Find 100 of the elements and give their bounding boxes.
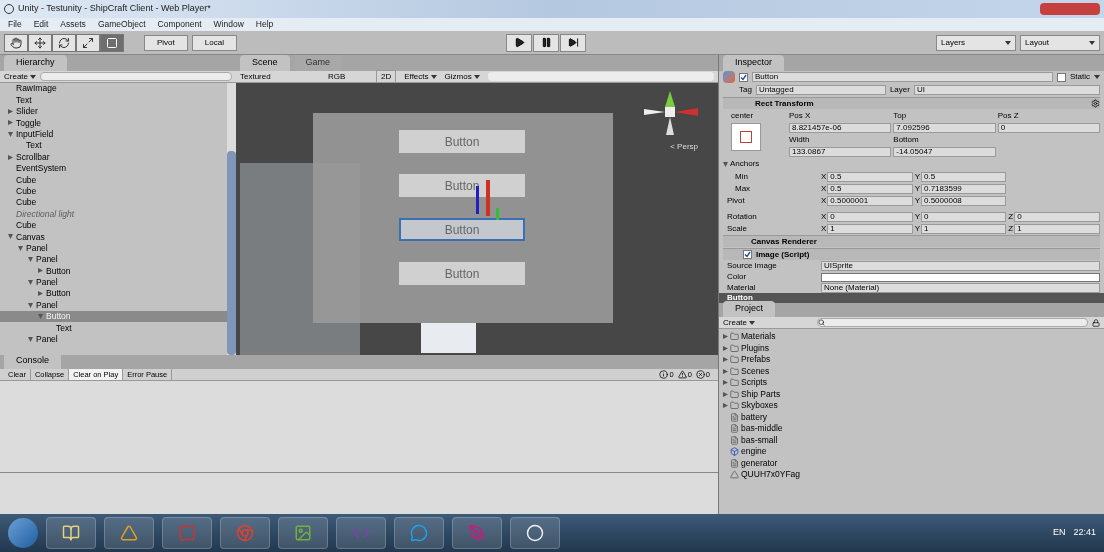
value-field[interactable]: 0.5 bbox=[827, 183, 913, 194]
hierarchy-item[interactable]: Panel bbox=[0, 253, 227, 266]
hierarchy-item[interactable]: Canvas bbox=[0, 231, 227, 243]
value-field[interactable]: 133.0867 bbox=[789, 147, 892, 157]
ui-button[interactable]: Button bbox=[399, 130, 525, 153]
hierarchy-item[interactable]: Text bbox=[0, 94, 227, 106]
pause-button[interactable] bbox=[533, 33, 560, 52]
object-field[interactable]: UISprite bbox=[821, 261, 1100, 271]
move-tool-button[interactable] bbox=[28, 33, 52, 52]
color-swatch[interactable] bbox=[821, 272, 1100, 282]
menu-item[interactable]: Component bbox=[157, 18, 202, 31]
collapsed-arrow-icon[interactable] bbox=[8, 108, 13, 114]
scrollbar[interactable] bbox=[227, 83, 236, 355]
hierarchy-item[interactable]: Text bbox=[0, 322, 227, 334]
tag-dropdown[interactable]: Untagged bbox=[755, 85, 886, 95]
hierarchy-item[interactable]: Button bbox=[0, 265, 227, 277]
hierarchy-item[interactable]: Cube bbox=[0, 219, 227, 232]
start-button[interactable] bbox=[8, 518, 38, 548]
anchor-preset-button[interactable] bbox=[731, 123, 761, 151]
value-field[interactable]: 0.7183599 bbox=[921, 183, 1007, 194]
asset-item[interactable]: Prefabs bbox=[741, 353, 771, 367]
local-button[interactable]: Local bbox=[191, 34, 237, 51]
taskbar-app-button[interactable] bbox=[46, 517, 96, 549]
taskbar-app-button[interactable] bbox=[394, 517, 444, 549]
hierarchy-item[interactable]: EventSystem bbox=[0, 162, 227, 175]
anchors-label[interactable]: Anchors bbox=[730, 158, 760, 170]
menu-item[interactable]: File bbox=[8, 18, 22, 31]
name-field[interactable]: Button bbox=[752, 72, 1053, 82]
search-field[interactable] bbox=[817, 318, 1088, 327]
value-field[interactable]: 1 bbox=[921, 223, 1007, 234]
hierarchy-item[interactable]: Slider bbox=[0, 105, 227, 118]
asset-item[interactable]: Skyboxes bbox=[741, 399, 778, 413]
expanded-arrow-icon[interactable] bbox=[8, 234, 13, 240]
collapsed-arrow-icon[interactable] bbox=[8, 154, 13, 160]
hierarchy-item[interactable]: RawImage bbox=[0, 83, 227, 95]
taskbar-app-button[interactable] bbox=[104, 517, 154, 549]
hierarchy-item[interactable]: Panel bbox=[0, 276, 227, 289]
component-title[interactable]: Image (Script) bbox=[756, 248, 810, 261]
layout-dropdown[interactable]: Layout bbox=[1020, 34, 1100, 51]
gizmos-dropdown[interactable]: Gizmos bbox=[444, 70, 480, 83]
value-field[interactable]: 0.5 bbox=[827, 171, 913, 182]
asset-item[interactable]: Ship Parts bbox=[741, 387, 781, 401]
hierarchy-item[interactable]: Panel bbox=[0, 333, 227, 345]
effects-dropdown[interactable]: Effects bbox=[404, 70, 437, 83]
menu-item[interactable]: Edit bbox=[33, 18, 49, 31]
object-field[interactable]: None (Material) bbox=[821, 283, 1100, 293]
step-button[interactable] bbox=[560, 33, 587, 52]
value-field[interactable]: 0 bbox=[921, 211, 1007, 222]
value-field[interactable]: -14.05047 bbox=[893, 147, 996, 157]
hierarchy-item[interactable]: Button bbox=[0, 288, 227, 300]
pivot-button[interactable]: Pivot bbox=[144, 34, 188, 51]
asset-item[interactable]: generator bbox=[741, 456, 778, 470]
inspector-tab[interactable]: Inspector bbox=[723, 55, 785, 71]
ui-button[interactable]: Button bbox=[399, 218, 525, 241]
language-indicator[interactable]: EN bbox=[1052, 526, 1066, 540]
asset-item[interactable]: Materials bbox=[741, 330, 776, 344]
scale-tool-button[interactable] bbox=[76, 33, 100, 52]
expanded-arrow-icon[interactable] bbox=[28, 257, 33, 263]
hierarchy-item[interactable]: Panel bbox=[0, 299, 227, 311]
asset-item[interactable]: bas-middle bbox=[741, 422, 783, 436]
hierarchy-item[interactable]: Cube bbox=[0, 196, 227, 209]
taskbar-app-button[interactable] bbox=[278, 517, 328, 549]
preview-bar[interactable]: Button bbox=[719, 293, 1104, 303]
menu-item[interactable]: Help bbox=[255, 18, 274, 31]
scene-search-field[interactable] bbox=[487, 72, 714, 81]
clock[interactable]: 22:41 bbox=[1073, 526, 1096, 540]
asset-item[interactable]: bas-small bbox=[741, 433, 778, 447]
expanded-arrow-icon[interactable] bbox=[8, 131, 13, 137]
settings-icon[interactable] bbox=[1091, 99, 1100, 108]
hierarchy-item[interactable]: Toggle bbox=[0, 117, 227, 129]
collapsed-arrow-icon[interactable] bbox=[38, 268, 43, 274]
expanded-arrow-icon[interactable] bbox=[28, 302, 33, 308]
taskbar-app-button[interactable] bbox=[510, 517, 560, 549]
layer-dropdown[interactable]: UI bbox=[913, 85, 1100, 95]
scene-view[interactable]: Button Button Button Button < Persp bbox=[236, 83, 718, 355]
collapsed-arrow-icon[interactable] bbox=[38, 291, 43, 297]
hierarchy-item[interactable]: InputField bbox=[0, 128, 227, 140]
value-field[interactable]: 8.821457e-06 bbox=[789, 123, 892, 133]
create-dropdown[interactable]: Create bbox=[4, 70, 36, 83]
active-checkbox[interactable] bbox=[739, 72, 748, 82]
asset-item[interactable]: battery bbox=[741, 410, 767, 424]
layers-dropdown[interactable]: Layers bbox=[936, 34, 1016, 51]
asset-item[interactable]: Scripts bbox=[741, 376, 767, 390]
shading-dropdown[interactable]: Textured bbox=[240, 70, 320, 83]
hierarchy-tab[interactable]: Hierarchy bbox=[4, 55, 67, 71]
hierarchy-item[interactable]: Panel bbox=[0, 242, 227, 254]
hierarchy-item[interactable]: Text bbox=[0, 139, 227, 152]
render-mode-dropdown[interactable]: RGB bbox=[328, 70, 368, 83]
asset-item[interactable]: engine bbox=[741, 445, 767, 459]
expanded-arrow-icon[interactable] bbox=[723, 161, 728, 167]
expanded-arrow-icon[interactable] bbox=[18, 245, 23, 251]
play-button[interactable] bbox=[506, 33, 533, 52]
menu-item[interactable]: Assets bbox=[60, 18, 86, 31]
value-field[interactable]: 1 bbox=[827, 223, 913, 234]
hierarchy-item[interactable]: Cube bbox=[0, 185, 227, 197]
asset-item[interactable]: Scenes bbox=[741, 364, 770, 378]
asset-item[interactable]: QUUH7x0YFag bbox=[741, 468, 801, 482]
lock-icon[interactable] bbox=[1092, 318, 1100, 327]
value-field[interactable]: 0 bbox=[1014, 211, 1100, 222]
search-field[interactable] bbox=[40, 72, 232, 81]
